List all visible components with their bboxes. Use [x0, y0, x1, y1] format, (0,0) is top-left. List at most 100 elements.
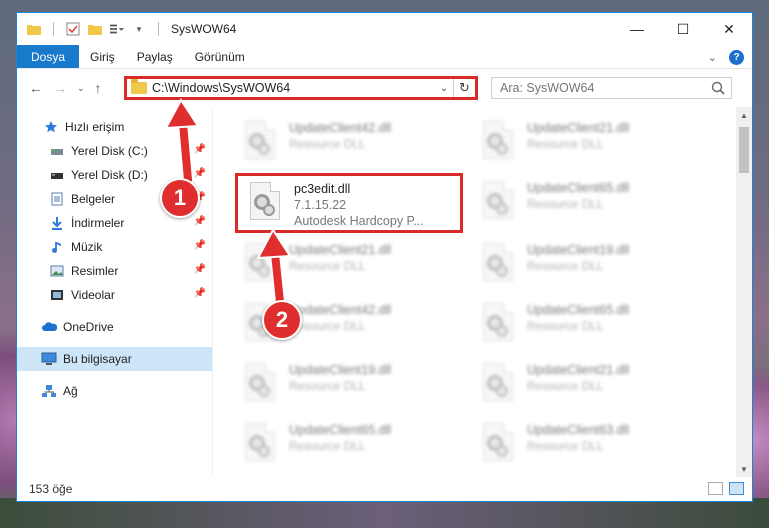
file-description: Resource DLL	[289, 137, 366, 151]
pictures-icon	[49, 263, 65, 279]
sidebar-item-quick-access[interactable]: Hızlı erişim	[17, 115, 212, 139]
folder-icon	[131, 79, 147, 94]
file-description: Autodesk Hardcopy P...	[294, 214, 424, 228]
pin-icon[interactable]: 📌	[194, 144, 206, 155]
sidebar-item-music[interactable]: Müzik 📌	[17, 235, 212, 259]
navigation-buttons: ← → ⌄ ↑	[17, 80, 125, 96]
sidebar-item-label: OneDrive	[63, 320, 114, 334]
search-input[interactable]	[500, 81, 710, 95]
sidebar-item-onedrive[interactable]: OneDrive	[17, 315, 212, 339]
dll-file-icon	[477, 181, 519, 225]
status-bar: 153 öğe	[17, 477, 752, 501]
step-2-badge: 2	[262, 300, 302, 340]
file-tile-pc3edit[interactable]: pc3edit.dll 7.1.15.22 Autodesk Hardcopy …	[235, 173, 463, 233]
file-tile[interactable]: UpdateClient21.dll Resource DLL	[471, 357, 699, 413]
scroll-up-icon[interactable]: ▲	[736, 107, 752, 123]
file-tile[interactable]: UpdateClient42.dll Resource DLL	[233, 115, 461, 171]
file-name: UpdateClient21.dll	[289, 243, 392, 257]
scroll-thumb[interactable]	[739, 127, 749, 173]
expand-ribbon-icon[interactable]: ⌄	[708, 51, 717, 64]
file-tile[interactable]: UpdateClient19.dll Resource DLL	[233, 357, 461, 413]
file-name: UpdateClient42.dll	[289, 303, 392, 317]
pin-icon[interactable]: 📌	[194, 168, 206, 179]
address-bar[interactable]: C:\Windows\SysWOW64 ⌄ ↻	[124, 76, 478, 100]
tiles-view-icon[interactable]	[729, 482, 744, 495]
file-name: UpdateClient19.dll	[527, 243, 630, 257]
file-description: Resource DLL	[527, 379, 604, 393]
customize-qat-icon[interactable]	[110, 22, 124, 36]
maximize-button[interactable]: ☐	[660, 13, 706, 45]
minimize-button[interactable]: —	[614, 13, 660, 45]
dll-file-icon	[477, 363, 519, 407]
file-description: Resource DLL	[527, 259, 604, 273]
file-description: Resource DLL	[289, 379, 366, 393]
file-name: pc3edit.dll	[294, 182, 351, 196]
refresh-icon[interactable]: ↻	[453, 79, 475, 97]
file-description: Resource DLL	[527, 137, 604, 151]
file-version: 7.1.15.22	[294, 198, 347, 212]
address-dropdown-icon[interactable]: ⌄	[435, 83, 453, 94]
address-path[interactable]: C:\Windows\SysWOW64	[152, 81, 435, 95]
file-tile[interactable]: UpdateClient21.dll Resource DLL	[233, 237, 461, 293]
sidebar-item-label: Ağ	[63, 384, 78, 398]
search-icon[interactable]	[711, 81, 725, 95]
file-name: UpdateClient42.dll	[289, 121, 392, 135]
pin-icon[interactable]: 📌	[194, 240, 206, 251]
dll-file-icon	[239, 243, 281, 287]
sidebar-item-local-disk-c[interactable]: Yerel Disk (C:) 📌	[17, 139, 212, 163]
file-tile[interactable]: UpdateClient21.dll Resource DLL	[471, 115, 699, 171]
step-1-badge: 1	[160, 178, 200, 218]
window-controls: — ☐ ✕	[614, 13, 752, 45]
file-description: Resource DLL	[289, 439, 366, 453]
pin-icon[interactable]: 📌	[194, 288, 206, 299]
drive-icon	[49, 143, 65, 159]
sidebar-item-pictures[interactable]: Resimler 📌	[17, 259, 212, 283]
tab-gorunum[interactable]: Görünüm	[184, 45, 256, 68]
sidebar-item-label: Videolar	[71, 288, 115, 302]
qat-dropdown-icon[interactable]: ▾	[132, 22, 146, 36]
main-area: Hızlı erişim Yerel Disk (C:) 📌 Yerel Dis…	[17, 107, 752, 477]
details-view-icon[interactable]	[708, 482, 723, 495]
videos-icon	[49, 287, 65, 303]
file-tile[interactable]: UpdateClient19.dll Resource DLL	[471, 237, 699, 293]
recent-locations-icon[interactable]: ⌄	[77, 83, 85, 94]
sidebar-item-network[interactable]: Ağ	[17, 379, 212, 403]
dll-file-icon	[477, 121, 519, 165]
file-tile[interactable]: UpdateClient65.dll Resource DLL	[233, 417, 461, 473]
item-count: 153 öğe	[29, 482, 73, 496]
sidebar-item-label: Müzik	[71, 240, 103, 254]
file-tile[interactable]: UpdateClient65.dll Resource DLL	[471, 175, 699, 231]
new-folder-icon[interactable]	[88, 22, 102, 36]
close-button[interactable]: ✕	[706, 13, 752, 45]
view-toggle	[708, 482, 744, 495]
sidebar-item-this-pc[interactable]: Bu bilgisayar	[17, 347, 212, 371]
pin-icon[interactable]: 📌	[194, 216, 206, 227]
back-arrow-icon[interactable]: ←	[29, 80, 43, 96]
file-name: UpdateClient19.dll	[289, 363, 392, 377]
vertical-scrollbar[interactable]: ▲ ▼	[736, 107, 752, 477]
download-icon	[49, 215, 65, 231]
help-icon[interactable]: ?	[729, 49, 744, 65]
forward-arrow-icon[interactable]: →	[53, 80, 67, 96]
network-icon	[41, 383, 57, 399]
properties-icon[interactable]	[66, 22, 80, 36]
file-tile[interactable]: UpdateClient63.dll Resource DLL	[471, 417, 699, 473]
tab-giris[interactable]: Giriş	[79, 45, 126, 68]
sidebar-item-label: Yerel Disk (D:)	[71, 168, 148, 182]
file-name: UpdateClient21.dll	[527, 363, 630, 377]
file-name: UpdateClient65.dll	[527, 181, 630, 195]
file-name: UpdateClient65.dll	[289, 423, 392, 437]
scroll-down-icon[interactable]: ▼	[736, 461, 752, 477]
search-box[interactable]	[491, 77, 732, 99]
up-arrow-icon[interactable]: ↑	[95, 80, 102, 96]
tab-dosya[interactable]: Dosya	[17, 45, 80, 68]
documents-icon	[49, 191, 65, 207]
cloud-icon	[41, 319, 57, 335]
file-tile[interactable]: UpdateClient65.dll Resource DLL	[471, 297, 699, 353]
sidebar-item-label: İndirmeler	[71, 216, 125, 230]
sidebar-item-videos[interactable]: Videolar 📌	[17, 283, 212, 307]
pin-icon[interactable]: 📌	[194, 264, 206, 275]
tab-paylas[interactable]: Paylaş	[126, 45, 184, 68]
dll-file-icon	[477, 303, 519, 347]
drive-icon	[49, 167, 65, 183]
